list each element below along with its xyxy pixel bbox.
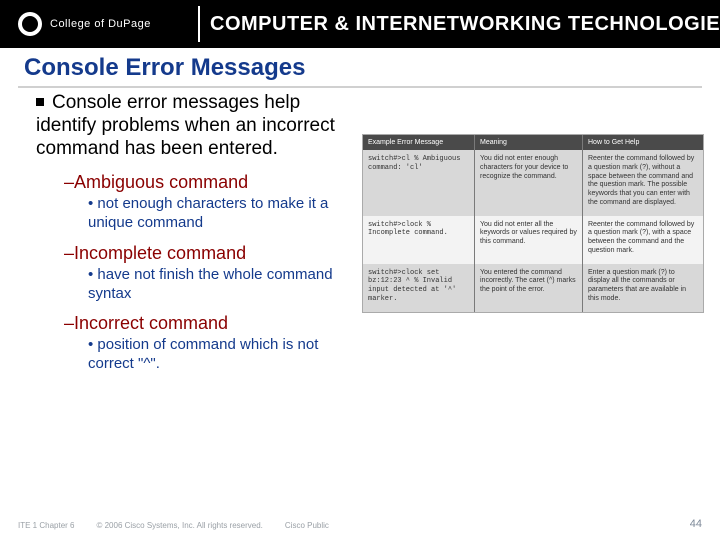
table-row: switch#>clock % Incomplete command. You … [363, 216, 703, 264]
footer-copyright: © 2006 Cisco Systems, Inc. All rights re… [96, 521, 262, 530]
main-bullet: Console error messages help identify pro… [36, 92, 346, 160]
error-table: Example Error Message Meaning How to Get… [362, 134, 704, 313]
th-meaning: Meaning [475, 135, 583, 150]
th-example: Example Error Message [363, 135, 475, 150]
cell-help: Reenter the command followed by a questi… [583, 150, 703, 216]
detail-ambiguous: • not enough characters to make it a uni… [88, 195, 346, 233]
banner-divider [198, 6, 200, 42]
title-underline [18, 86, 702, 88]
table-header-row: Example Error Message Meaning How to Get… [363, 135, 703, 150]
banner-title: COMPUTER & INTERNETWORKING TECHNOLOGIES [210, 0, 720, 48]
detail-incomplete: • have not finish the whole command synt… [88, 266, 346, 304]
cell-code: switch#>clock set bz:12:23 ^ % Invalid i… [363, 264, 475, 312]
cell-help: Enter a question mark (?) to display all… [583, 264, 703, 312]
subheading-ambiguous: –Ambiguous command [64, 172, 346, 193]
slide-footer: ITE 1 Chapter 6 © 2006 Cisco Systems, In… [18, 521, 702, 530]
bullet-square-icon [36, 98, 44, 106]
subheading-incorrect: –Incorrect command [64, 313, 346, 334]
detail-incorrect: • position of command which is not corre… [88, 336, 346, 374]
page-number: 44 [690, 518, 702, 530]
slide-body: Console error messages help identify pro… [36, 92, 346, 380]
cell-help: Reenter the command followed by a questi… [583, 216, 703, 264]
cell-code: switch#>cl % Ambiguous command: 'cl' [363, 150, 475, 216]
cell-meaning: You entered the command incorrectly. The… [475, 264, 583, 312]
main-bullet-text: Console error messages help identify pro… [36, 92, 335, 159]
cell-code: switch#>clock % Incomplete command. [363, 216, 475, 264]
table-row: switch#>cl % Ambiguous command: 'cl' You… [363, 150, 703, 216]
college-name: College of DuPage [50, 18, 151, 30]
slide-title: Console Error Messages [24, 54, 305, 82]
college-logo-icon [18, 12, 42, 36]
table-row: switch#>clock set bz:12:23 ^ % Invalid i… [363, 264, 703, 312]
footer-chapter: ITE 1 Chapter 6 [18, 521, 74, 530]
subheading-incomplete: –Incomplete command [64, 243, 346, 264]
footer-tag: Cisco Public [285, 521, 329, 530]
cell-meaning: You did not enter enough characters for … [475, 150, 583, 216]
banner-logo-block: College of DuPage [0, 0, 151, 48]
top-banner: College of DuPage COMPUTER & INTERNETWOR… [0, 0, 720, 48]
cell-meaning: You did not enter all the keywords or va… [475, 216, 583, 264]
th-help: How to Get Help [583, 135, 703, 150]
